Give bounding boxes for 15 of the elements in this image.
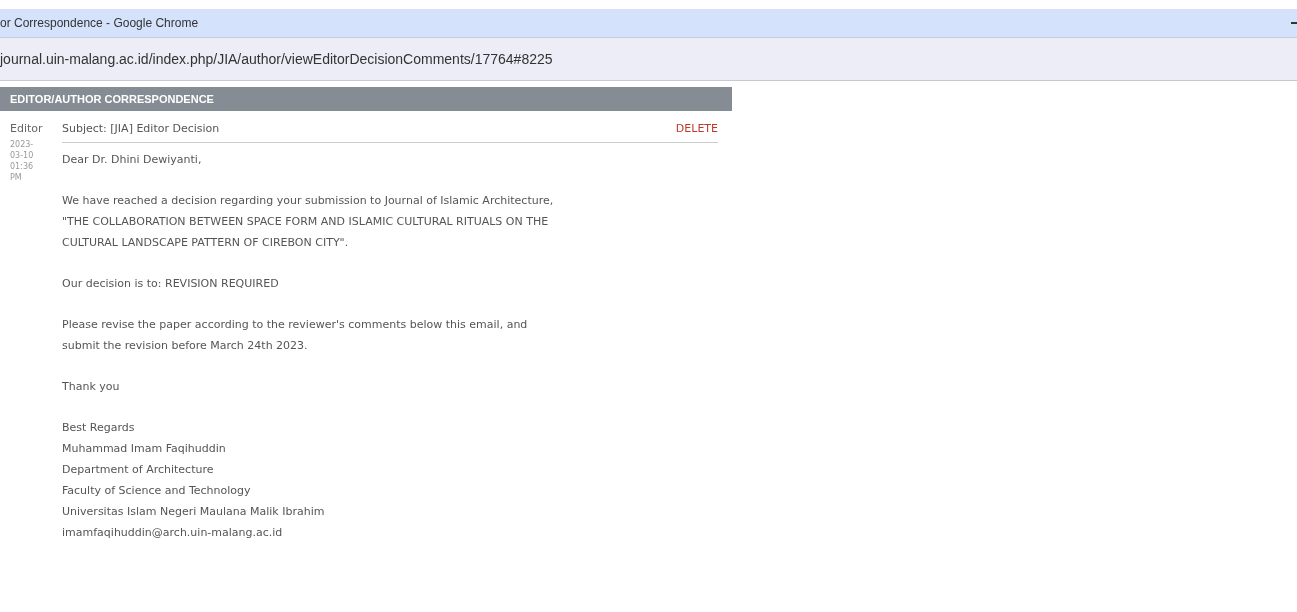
url-text: journal.uin-malang.ac.id/index.php/JIA/author/viewEditorDecisionComments/17764#8225 — [0, 51, 553, 67]
delete-link[interactable]: DELETE — [675, 121, 718, 137]
message-paragraph: Best Regards Muhammad Imam Faqihuddin Department of Architecture Faculty of Science and Technology Universitas Islam Negeri Maulana Malik Ibrahim imamfaqihuddin@arch.uin-malang.ac.id — [62, 420, 326, 541]
address-bar[interactable]: journal.uin-malang.ac.id/index.php/JIA/author/viewEditorDecisionComments/17764#8225 — [0, 38, 1297, 81]
minimize-icon[interactable] — [1291, 22, 1297, 24]
window-title: or Correspondence - Google Chrome — [0, 16, 199, 30]
message-paragraph: Dear Dr. Dhini Dewiyanti, — [62, 152, 203, 168]
message-paragraph: We have reached a decision regarding your submission to Journal of Islamic Architecture, "THE COLLABORATION BETWEEN SPACE FORM AND ISLAMIC CULTURAL RITUALS ON THE CULTURAL LANDSCAPE PATTERN OF CIREBON CITY". — [62, 193, 555, 251]
sender-label: Editor — [10, 121, 44, 137]
message-paragraph: Please revise the paper according to the reviewer's comments below this email, and submit the revision before March 24th 2023. — [62, 317, 529, 354]
message-paragraph: Our decision is to: REVISION REQUIRED — [62, 276, 280, 292]
message-paragraph: Thank you — [62, 379, 121, 395]
message-date: 2023- 03-10 01:36 PM — [10, 139, 35, 183]
section-header: EDITOR/AUTHOR CORRESPONDENCE — [0, 87, 732, 111]
subject-text: Subject: [JIA] Editor Decision — [62, 121, 220, 137]
